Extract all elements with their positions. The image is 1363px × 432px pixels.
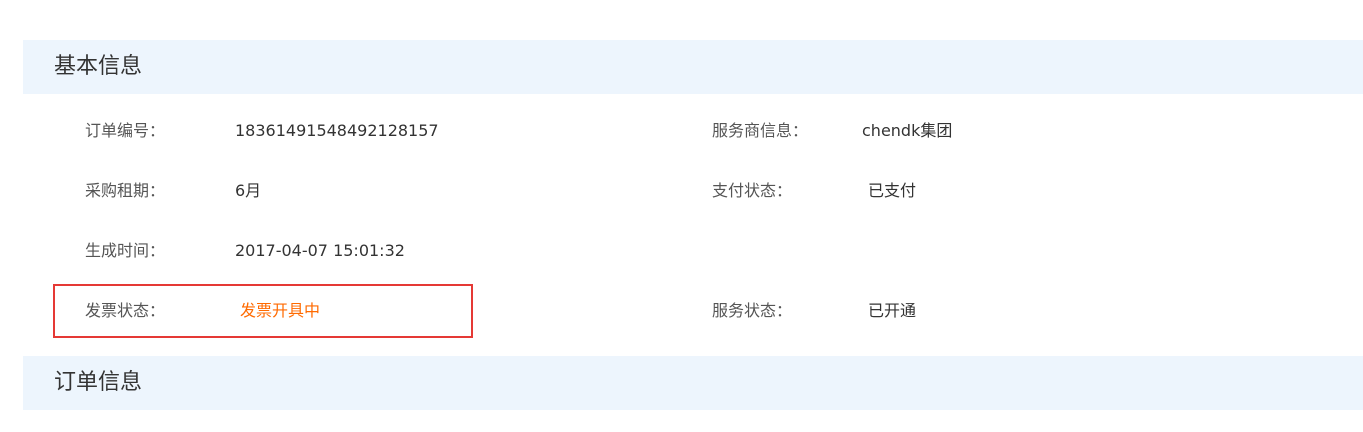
- order-info-title: 订单信息: [54, 370, 143, 395]
- period-value: 6月: [235, 181, 262, 200]
- order-no-value: 18361491548492128157: [235, 121, 439, 140]
- service-status-label: 服务状态：: [712, 301, 793, 320]
- basic-info-header: 基本信息: [23, 40, 1363, 94]
- order-no-label: 订单编号：: [85, 121, 166, 140]
- provider-value: chendk集团: [862, 121, 953, 140]
- provider-label: 服务商信息：: [712, 121, 809, 140]
- invoice-status-value: 发票开具中: [240, 301, 321, 320]
- period-label: 采购租期：: [85, 181, 166, 200]
- basic-info-title: 基本信息: [54, 54, 143, 79]
- created-time-value: 2017-04-07 15:01:32: [235, 241, 405, 260]
- order-info-header: 订单信息: [23, 356, 1363, 410]
- pay-status-value: 已支付: [868, 181, 917, 200]
- pay-status-label: 支付状态：: [712, 181, 793, 200]
- service-status-value: 已开通: [868, 301, 917, 320]
- invoice-status-label: 发票状态：: [85, 301, 166, 320]
- created-time-label: 生成时间：: [85, 241, 166, 260]
